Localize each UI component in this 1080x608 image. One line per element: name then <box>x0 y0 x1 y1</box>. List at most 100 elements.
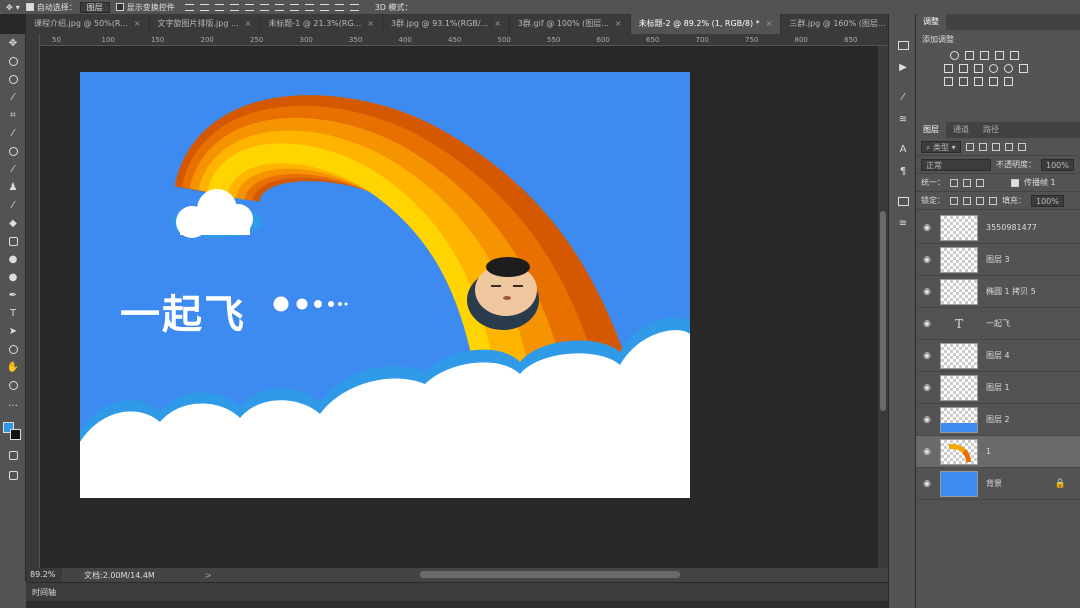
filter-adjust-icon[interactable] <box>978 142 987 151</box>
document-tab[interactable]: 3群.jpg @ 93.1%(RGB/... × <box>383 14 510 34</box>
color-lookup-icon[interactable] <box>1019 64 1028 73</box>
history-panel-button[interactable] <box>889 34 917 56</box>
selective-color-icon[interactable] <box>1004 77 1013 86</box>
layer-name[interactable]: 图层 1 <box>986 382 1010 393</box>
show-transform-checkbox[interactable] <box>115 3 124 11</box>
filter-pixel-icon[interactable] <box>965 142 974 151</box>
layer-row[interactable]: ◉ 1 <box>916 436 1080 468</box>
distribute-icon[interactable] <box>274 3 284 11</box>
tool-dodge[interactable]: ● <box>0 268 26 286</box>
filter-kind-dropdown[interactable]: ⌕ 类型 ▾ <box>921 140 961 153</box>
tool-type[interactable]: T <box>0 304 26 322</box>
status-menu-arrow[interactable]: > <box>205 571 212 580</box>
eye-icon[interactable]: ◉ <box>916 351 938 361</box>
propagate-checkbox[interactable] <box>1011 178 1019 187</box>
distribute-icon[interactable] <box>319 3 329 11</box>
layer-name[interactable]: 图层 3 <box>986 254 1010 265</box>
lock-pixels-icon[interactable] <box>950 196 958 205</box>
lock-paint-icon[interactable] <box>963 196 971 205</box>
align-icon[interactable] <box>244 3 254 11</box>
eye-icon[interactable]: ◉ <box>916 287 938 297</box>
tab-layers[interactable]: 图层 <box>916 122 946 138</box>
unify-style-icon[interactable] <box>976 178 984 187</box>
vibrance-icon[interactable] <box>1010 51 1019 60</box>
align-icon[interactable] <box>184 3 194 11</box>
document-tab[interactable]: 文字旋图片排版.jpg ... × <box>149 14 261 34</box>
tool-gradient[interactable] <box>0 232 26 250</box>
brightness-icon[interactable] <box>950 51 959 60</box>
hue-icon[interactable] <box>944 64 953 73</box>
document-tab[interactable]: 未标题-1 @ 21.3%(RG... × <box>260 14 383 34</box>
channel-mixer-icon[interactable] <box>1004 64 1013 73</box>
auto-select-checkbox[interactable] <box>25 3 34 11</box>
doc-info[interactable]: 文档:2.00M/14.4M <box>62 570 155 581</box>
tab-channels[interactable]: 通道 <box>946 122 976 138</box>
blend-mode-dropdown[interactable]: 正常 <box>921 158 991 171</box>
gradient-map-icon[interactable] <box>989 77 998 86</box>
lock-all-icon[interactable] <box>989 196 997 205</box>
align-icon[interactable] <box>259 3 269 11</box>
tool-blur[interactable]: ● <box>0 250 26 268</box>
tool-brush[interactable]: ⁄ <box>0 160 26 178</box>
layer-row[interactable]: ◉ T 一起飞 <box>916 308 1080 340</box>
quick-mask-button[interactable] <box>0 446 26 464</box>
tool-stamp[interactable]: ♟ <box>0 178 26 196</box>
distribute-icon[interactable] <box>289 3 299 11</box>
posterize-icon[interactable] <box>959 77 968 86</box>
info-panel-button[interactable] <box>889 190 917 212</box>
distribute-icon[interactable] <box>334 3 344 11</box>
eye-icon[interactable]: ◉ <box>916 447 938 457</box>
close-icon[interactable]: × <box>367 14 374 34</box>
auto-select-target-dropdown[interactable]: 图层 <box>79 1 110 13</box>
layer-name[interactable]: 背景 <box>986 478 1002 489</box>
threshold-icon[interactable] <box>974 77 983 86</box>
tool-shape[interactable] <box>0 340 26 358</box>
tool-pen[interactable]: ✒ <box>0 286 26 304</box>
document-tab[interactable]: 3群.gif @ 100% (图层... × <box>509 14 631 34</box>
title-text[interactable]: 一起飞 <box>120 282 246 340</box>
brush-panel-button[interactable]: ⁄ <box>889 86 917 108</box>
eye-icon[interactable]: ◉ <box>916 479 938 489</box>
layer-row[interactable]: ◉ 背景 🔒 <box>916 468 1080 500</box>
exposure-icon[interactable] <box>995 51 1004 60</box>
invert-icon[interactable] <box>944 77 953 86</box>
layer-row[interactable]: ◉ 椭圆 1 拷贝 5 <box>916 276 1080 308</box>
color-swatches[interactable] <box>3 422 23 442</box>
close-icon[interactable]: × <box>245 14 252 34</box>
opacity-field[interactable]: 100% <box>1041 158 1074 171</box>
tool-marquee[interactable] <box>0 52 26 70</box>
layer-row[interactable]: ◉ 图层 1 <box>916 372 1080 404</box>
layer-row[interactable]: ◉ 图层 2 <box>916 404 1080 436</box>
scroll-thumb[interactable] <box>880 211 886 411</box>
fill-field[interactable]: 100% <box>1031 194 1064 207</box>
layer-row[interactable]: ◉ 图层 3 <box>916 244 1080 276</box>
horizontal-scroll-thumb[interactable] <box>420 571 680 578</box>
tool-hand[interactable]: ✋ <box>0 358 26 376</box>
layer-name[interactable]: 一起飞 <box>986 318 1010 329</box>
photo-filter-icon[interactable] <box>989 64 998 73</box>
eye-icon[interactable]: ◉ <box>916 223 938 233</box>
align-icon[interactable] <box>229 3 239 11</box>
tool-move[interactable]: ✥ <box>0 34 26 52</box>
vertical-scrollbar[interactable] <box>878 46 888 568</box>
close-icon[interactable]: × <box>134 14 141 34</box>
tool-path-select[interactable]: ➤ <box>0 322 26 340</box>
layer-name[interactable]: 椭圆 1 拷贝 5 <box>986 286 1036 297</box>
actions-panel-button[interactable]: ▶ <box>889 56 917 78</box>
eye-icon[interactable]: ◉ <box>916 383 938 393</box>
levels-icon[interactable] <box>965 51 974 60</box>
eye-icon[interactable]: ◉ <box>916 319 938 329</box>
artboard[interactable]: 一起飞 <box>80 72 690 498</box>
properties-panel-button[interactable]: ≡ <box>889 212 917 234</box>
unify-position-icon[interactable] <box>950 178 958 187</box>
background-color[interactable] <box>10 429 21 440</box>
eye-icon[interactable]: ◉ <box>916 415 938 425</box>
character-panel-button[interactable]: A <box>889 138 917 160</box>
paragraph-panel-button[interactable]: ¶ <box>889 160 917 182</box>
distribute-icon[interactable] <box>304 3 314 11</box>
close-icon[interactable]: × <box>766 14 773 34</box>
zoom-field[interactable]: 89.2% <box>26 568 62 582</box>
color-balance-icon[interactable] <box>959 64 968 73</box>
timeline-tab[interactable]: 时间轴 <box>32 587 56 598</box>
tool-lasso[interactable] <box>0 70 26 88</box>
